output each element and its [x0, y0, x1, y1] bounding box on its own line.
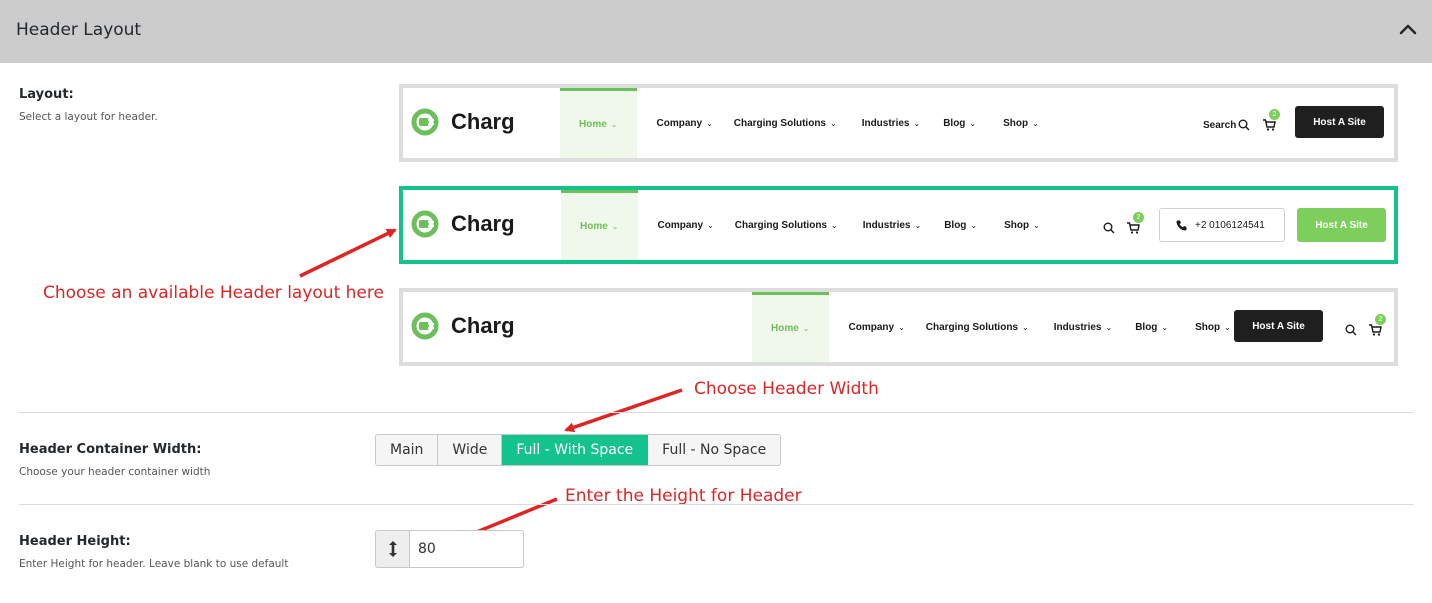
width-option-main[interactable]: Main: [376, 435, 439, 465]
chevron-up-icon: [1399, 24, 1417, 35]
charg-logo: Charg: [411, 210, 515, 238]
container-width-description: Choose your header container width: [19, 466, 211, 478]
annotation-layout: Choose an available Header layout here: [43, 283, 384, 303]
host-a-site-button: Host A Site: [1297, 208, 1386, 242]
arrow-to-layout: [299, 228, 397, 278]
cart-badge: 2: [1269, 109, 1280, 120]
nav-item-company: Company ⌄: [657, 219, 714, 231]
cart-badge: 2: [1133, 212, 1144, 223]
phone-icon: [1176, 220, 1187, 230]
nav-item-shop: Shop ⌄: [1003, 117, 1039, 129]
logo-text: Charg: [451, 109, 515, 134]
nav-item-shop: Shop ⌄: [1004, 219, 1040, 231]
nav-item-charging-solutions: Charging Solutions ⌄: [925, 321, 1029, 333]
header-height-label: Header Height:: [19, 534, 131, 549]
nav-menu: Home ⌄ Company ⌄ Charging Solutions ⌄ Indus…: [560, 88, 1048, 158]
nav-item-charging-solutions: Charging Solutions ⌄: [734, 219, 838, 231]
nav-item-industries: Industries ⌄: [862, 219, 922, 231]
nav-menu: Home ⌄ Company ⌄ Charging Solutions ⌄ Indus…: [752, 292, 1240, 362]
nav-item-home: Home ⌄: [561, 190, 638, 260]
layout-option-1[interactable]: Charg Home ⌄ Company ⌄ Charging Solutions ⌄…: [399, 84, 1398, 162]
nav-item-home: Home ⌄: [560, 88, 637, 158]
phone-button: +2 0106124541: [1159, 208, 1285, 242]
nav-item-company: Company ⌄: [848, 321, 905, 333]
container-width-label: Header Container Width:: [19, 442, 202, 457]
panel-title: Header Layout: [16, 20, 142, 40]
height-addon: [375, 530, 409, 568]
width-option-full-with-space[interactable]: Full - With Space: [502, 435, 649, 465]
plug-logo-icon: [411, 312, 439, 340]
plug-logo-icon: [411, 108, 439, 136]
nav-menu: Home ⌄ Company ⌄ Charging Solutions ⌄ Indus…: [561, 190, 1049, 260]
cart-icon: [1263, 119, 1276, 131]
layout-description: Select a layout for header.: [19, 111, 158, 123]
arrow-to-width: [564, 388, 683, 433]
nav-item-industries: Industries ⌄: [861, 117, 921, 129]
annotation-width: Choose Header Width: [694, 379, 879, 399]
logo-text: Charg: [451, 211, 515, 236]
search-label: Search: [1203, 120, 1237, 131]
nav-item-company: Company ⌄: [656, 117, 713, 129]
layout-option-2[interactable]: Charg Home ⌄ Company ⌄ Charging Solutions ⌄…: [399, 186, 1398, 264]
nav-item-industries: Industries ⌄: [1053, 321, 1113, 333]
host-a-site-button: Host A Site: [1234, 310, 1323, 342]
layout-label: Layout:: [19, 87, 74, 102]
layout-option-3[interactable]: Charg Home ⌄ Company ⌄ Charging Solutions ⌄…: [399, 288, 1398, 366]
container-width-buttonset: Main Wide Full - With Space Full - No Sp…: [375, 434, 782, 466]
header-height-input[interactable]: [409, 530, 524, 568]
logo-text: Charg: [451, 313, 515, 338]
width-option-full-no-space[interactable]: Full - No Space: [648, 435, 781, 465]
header-height-control: [375, 530, 524, 568]
cart-icon: [1369, 324, 1382, 336]
header-height-description: Enter Height for header. Leave blank to …: [19, 558, 289, 570]
cart-icon: [1127, 222, 1140, 234]
search-icon: [1103, 222, 1115, 234]
nav-item-charging-solutions: Charging Solutions ⌄: [733, 117, 837, 129]
search-icon: [1238, 119, 1250, 131]
width-option-wide[interactable]: Wide: [438, 435, 503, 465]
nav-item-shop: Shop ⌄: [1195, 321, 1231, 333]
divider: [19, 412, 1414, 413]
host-a-site-button: Host A Site: [1295, 106, 1384, 138]
cart-badge: 2: [1375, 314, 1386, 325]
charg-logo: Charg: [411, 312, 515, 340]
charg-logo: Charg: [411, 108, 515, 136]
plug-logo-icon: [411, 210, 439, 238]
divider: [19, 504, 1414, 505]
collapse-button[interactable]: [1396, 18, 1420, 42]
search-icon: [1345, 324, 1357, 336]
nav-item-blog: Blog ⌄: [944, 219, 978, 231]
nav-item-home: Home ⌄: [752, 292, 829, 362]
nav-item-blog: Blog ⌄: [943, 117, 977, 129]
panel-header: Header Layout: [0, 0, 1432, 63]
vertical-arrows-icon: [388, 541, 397, 557]
annotation-height: Enter the Height for Header: [565, 486, 802, 506]
nav-item-blog: Blog ⌄: [1135, 321, 1169, 333]
